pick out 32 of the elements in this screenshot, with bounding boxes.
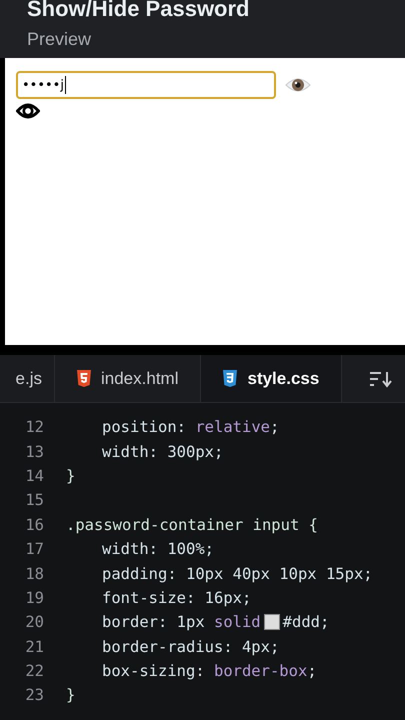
code-line: } bbox=[65, 686, 76, 704]
line-number: 23 bbox=[24, 686, 44, 704]
code-line: border: 1px solid #ddd; bbox=[101, 613, 330, 632]
code-line: position: relative; bbox=[101, 418, 280, 436]
css3-icon bbox=[223, 370, 238, 387]
line-number: 16 bbox=[24, 516, 44, 534]
code-line: width: 300px; bbox=[101, 442, 224, 461]
code-line: width: 100%; bbox=[101, 540, 214, 558]
line-number: 21 bbox=[24, 638, 44, 656]
code-line: padding: 10px 40px 10px 15px; bbox=[101, 564, 373, 583]
password-field[interactable]: •••••j bbox=[16, 71, 276, 99]
code-line: font-size: 16px; bbox=[101, 588, 252, 607]
eye-icon[interactable] bbox=[16, 102, 40, 120]
line-number: 22 bbox=[24, 662, 44, 680]
line-number: 14 bbox=[24, 466, 44, 485]
file-tab[interactable]: e.js bbox=[0, 355, 55, 402]
code-line: box-sizing: border-box; bbox=[101, 662, 317, 680]
line-number: 20 bbox=[24, 613, 44, 632]
line-number: 17 bbox=[24, 540, 44, 558]
sort-icon[interactable] bbox=[369, 370, 393, 388]
code-line: .password-container input { bbox=[65, 516, 318, 534]
line-number: 12 bbox=[24, 418, 44, 436]
line-number: 15 bbox=[24, 491, 44, 510]
preview-label: Preview bbox=[27, 28, 92, 50]
line-number: 13 bbox=[24, 442, 44, 461]
file-tab[interactable]: style.css bbox=[201, 355, 342, 402]
html5-icon bbox=[77, 370, 91, 387]
page-title: Show/Hide Password bbox=[27, 0, 250, 21]
code-line: border-radius: 4px; bbox=[101, 638, 280, 656]
line-number: 18 bbox=[24, 564, 44, 583]
line-number: 19 bbox=[24, 588, 44, 607]
code-line: } bbox=[65, 466, 76, 485]
